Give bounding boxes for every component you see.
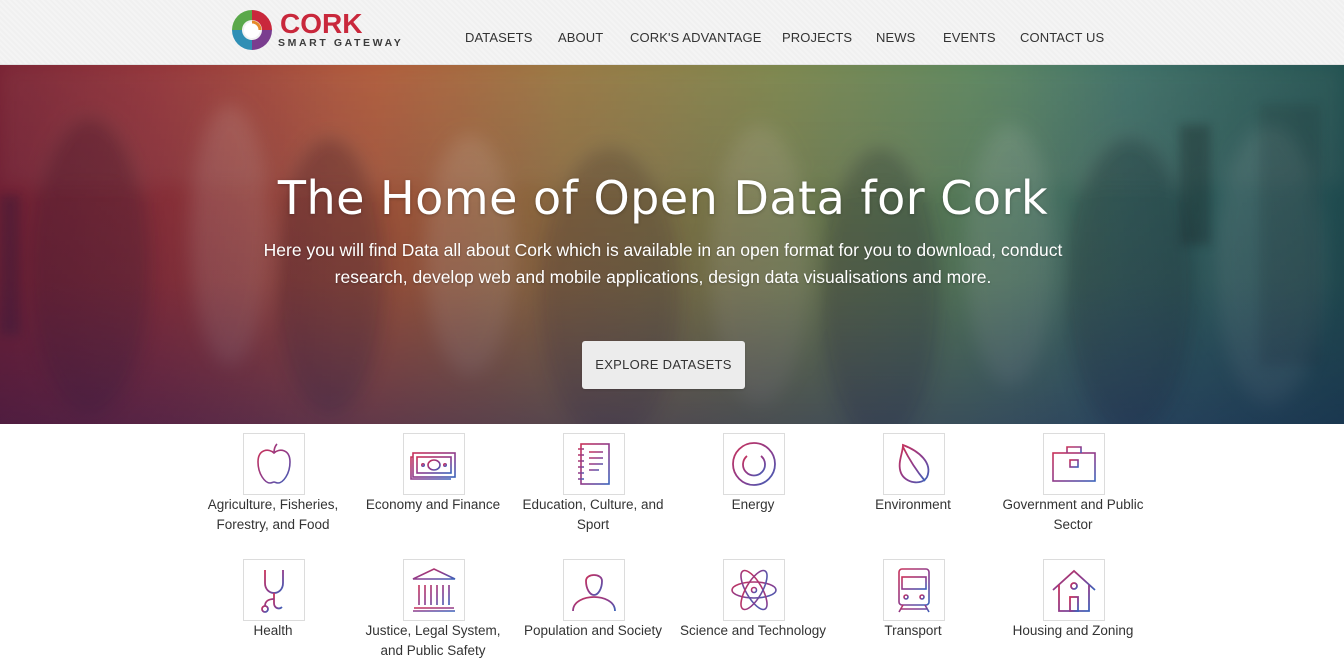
- train-icon: [898, 568, 930, 613]
- power-icon: [732, 442, 776, 486]
- hero-title: The Home of Open Data for Cork: [277, 171, 1049, 225]
- nav-events[interactable]: EVENTS: [943, 30, 996, 45]
- hero-banner: The Home of Open Data for Cork Here you …: [0, 65, 1344, 424]
- nav-corks-advantage[interactable]: CORK'S ADVANTAGE: [630, 30, 761, 45]
- atom-icon: [731, 569, 777, 611]
- notebook-icon: [578, 443, 610, 485]
- explore-datasets-button[interactable]: EXPLORE DATASETS: [582, 341, 745, 389]
- category-label: Justice, Legal System, and Public Safety: [365, 623, 501, 658]
- category-label: Population and Society: [523, 623, 663, 638]
- nav-news[interactable]: NEWS: [876, 30, 915, 45]
- main-nav: DATASETS ABOUT CORK'S ADVANTAGE PROJECTS…: [0, 30, 1344, 46]
- courthouse-icon: [412, 568, 456, 612]
- banknote-icon: [410, 452, 456, 480]
- apple-icon: [257, 443, 291, 484]
- category-label: Science and Technology: [679, 623, 827, 638]
- leaf-icon: [898, 443, 930, 484]
- nav-contact-us[interactable]: CONTACT US: [1020, 30, 1104, 45]
- category-label: Housing and Zoning: [1012, 623, 1134, 638]
- category-label: Education, Culture, and Sport: [522, 497, 664, 532]
- category-label: Agriculture, Fisheries, Forestry, and Fo…: [207, 497, 339, 532]
- stethoscope-icon: [261, 570, 284, 613]
- briefcase-icon: [1052, 446, 1096, 482]
- site-header: CORK SMART GATEWAY DATASETS ABOUT CORK'S…: [0, 0, 1344, 65]
- category-label: Transport: [884, 623, 942, 638]
- category-label: Energy: [731, 497, 775, 512]
- category-label: Environment: [875, 497, 951, 512]
- category-label: Economy and Finance: [365, 497, 501, 512]
- house-icon: [1052, 569, 1096, 612]
- category-label: Government and Public Sector: [1002, 497, 1144, 532]
- nav-datasets[interactable]: DATASETS: [465, 30, 533, 45]
- person-icon: [572, 574, 616, 612]
- nav-projects[interactable]: PROJECTS: [782, 30, 852, 45]
- category-label: Health: [253, 623, 293, 638]
- hero-subtitle: Here you will find Data all about Cork w…: [263, 240, 1063, 287]
- nav-about[interactable]: ABOUT: [558, 30, 603, 45]
